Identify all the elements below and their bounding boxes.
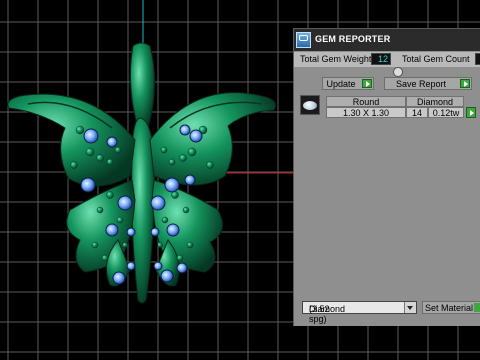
material-select[interactable]: Diamond (3.52 spg) [302, 301, 417, 324]
gem-weight-cell: 0.12tw [428, 107, 464, 118]
material-row: Diamond (3.52 spg) Set Material [294, 300, 480, 324]
update-button[interactable]: Update [322, 77, 374, 90]
gem-table: Round Diamond 1.30 X 1.30 14 0.12tw [300, 95, 480, 122]
collapse-toggle[interactable] [393, 67, 403, 77]
set-material-button-label: Set Material [425, 303, 474, 313]
chevron-down-icon[interactable] [404, 302, 416, 313]
update-button-label: Update [326, 79, 356, 89]
play-triangle-icon [474, 303, 480, 312]
total-gem-count-value [475, 53, 480, 65]
totals-row: Total Gem Weight 12 Total Gem Count [294, 52, 480, 67]
panel-title: GEM REPORTER [315, 34, 391, 44]
save-report-button[interactable]: Save Report [384, 77, 472, 90]
total-gem-weight-label: Total Gem Weight [300, 54, 372, 64]
save-report-button-label: Save Report [395, 79, 447, 89]
gem-reporter-panel: GEM REPORTER Total Gem Weight 12 Total G… [293, 28, 480, 326]
round-gem-icon [300, 95, 320, 115]
gem-size-cell: 1.30 X 1.30 [326, 107, 406, 118]
total-gem-weight-value: 12 [371, 53, 391, 65]
panel-titlebar[interactable]: GEM REPORTER [294, 29, 480, 51]
material-select-value: Diamond (3.52 spg) [309, 304, 346, 324]
select-gem-row-button[interactable] [466, 107, 476, 118]
column-header-shape: Round [326, 96, 406, 107]
play-triangle-icon [362, 79, 372, 88]
gem-reporter-app-icon [296, 32, 311, 48]
total-gem-count-label: Total Gem Count [402, 54, 470, 64]
gem-count-cell: 14 [406, 107, 428, 118]
play-triangle-icon [460, 79, 470, 88]
set-material-button[interactable]: Set Material [422, 301, 480, 314]
column-header-material: Diamond [406, 96, 464, 107]
